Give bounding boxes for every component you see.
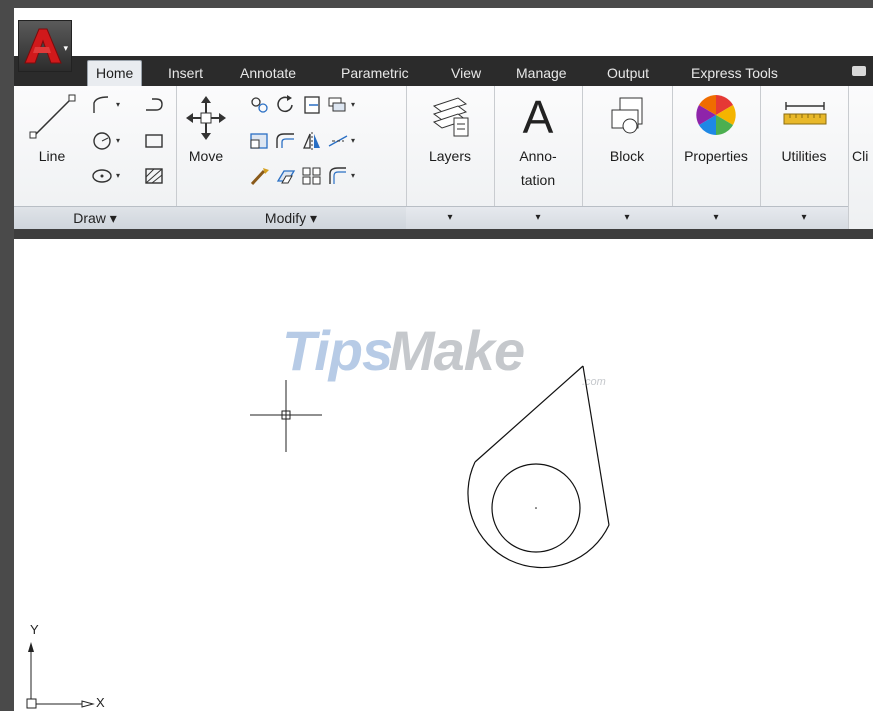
ucs-icon bbox=[26, 642, 95, 709]
chevron-down-icon: ▾ bbox=[63, 43, 68, 53]
ucs-y-label: Y bbox=[30, 622, 39, 637]
application-menu-button[interactable]: ▾ bbox=[18, 20, 72, 72]
crosshair-cursor-icon bbox=[250, 380, 322, 452]
teardrop-profile-shape bbox=[467, 365, 610, 569]
autocad-logo-icon bbox=[24, 28, 62, 64]
ucs-x-label: X bbox=[96, 695, 105, 710]
drawing-geometry bbox=[26, 365, 610, 709]
